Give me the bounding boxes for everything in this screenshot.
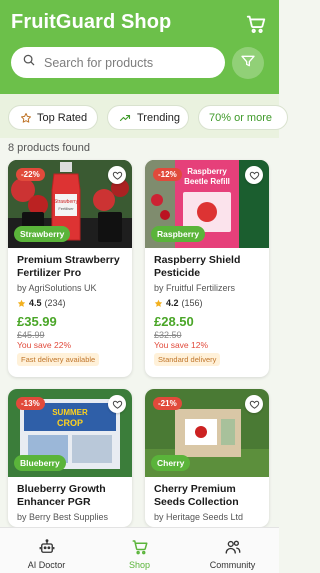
product-name: Premium Strawberry Fertilizer Pro <box>17 254 120 279</box>
product-old-price: £45.99 <box>17 330 45 340</box>
chip-discount[interactable]: 70% or more <box>198 105 288 130</box>
delivery-badge: Fast delivery available <box>17 353 100 366</box>
product-name: Raspberry Shield Pesticide <box>154 254 241 279</box>
product-price: £35.99 <box>17 314 57 329</box>
product-rating: 4.2 (156) <box>154 298 203 308</box>
product-brand: by AgriSolutions UK <box>17 283 97 293</box>
star-icon <box>154 299 163 307</box>
nav-community[interactable]: Community <box>186 528 279 573</box>
favorite-button[interactable] <box>108 395 126 413</box>
results-count: 8 products found <box>8 142 90 154</box>
search-icon <box>22 53 36 72</box>
product-name: Blueberry Growth Enhancer PGR <box>17 483 106 508</box>
cart-icon <box>132 540 147 555</box>
heart-icon <box>112 400 122 409</box>
product-rating: 4.5 (234) <box>17 298 66 308</box>
search-bar[interactable] <box>11 47 225 78</box>
product-card[interactable]: SUMMER CROP -13% Blueberry Blueberry Gro… <box>8 389 132 527</box>
product-card[interactable]: Strawberry Fertiliser -22% Strawberry Pr… <box>8 160 132 377</box>
product-name: Cherry Premium Seeds Collection <box>154 483 239 508</box>
svg-text:Fertiliser: Fertiliser <box>58 206 74 211</box>
discount-badge: -21% <box>153 397 182 410</box>
product-brand: by Berry Best Supplies <box>17 512 109 522</box>
heart-icon <box>249 171 259 180</box>
heart-icon <box>112 171 122 180</box>
star-outline-icon <box>21 112 31 123</box>
image-label-line2: CROP <box>57 418 83 428</box>
filter-icon <box>240 53 256 74</box>
product-brand: by Fruitful Fertilizers <box>154 283 236 293</box>
product-card[interactable]: -21% Cherry Cherry Premium Seeds Collect… <box>145 389 269 527</box>
category-tag: Raspberry <box>151 226 206 242</box>
cart-icon[interactable] <box>245 13 267 35</box>
chip-top-rated[interactable]: Top Rated <box>8 105 98 130</box>
star-icon <box>17 299 26 307</box>
people-icon <box>225 540 240 554</box>
image-label-line1: Raspberry <box>187 167 227 176</box>
discount-badge: -22% <box>16 168 45 181</box>
image-label-line1: SUMMER <box>52 408 88 417</box>
favorite-button[interactable] <box>245 395 263 413</box>
svg-text:Strawberry: Strawberry <box>54 199 79 205</box>
app-title: FruitGuard Shop <box>11 11 172 33</box>
bottom-nav: AI Doctor Shop Community <box>0 527 279 573</box>
category-tag: Cherry <box>151 455 191 471</box>
robot-icon <box>39 539 54 553</box>
category-tag: Strawberry <box>14 226 71 242</box>
product-old-price: £32.50 <box>154 330 182 340</box>
favorite-button[interactable] <box>108 166 126 184</box>
app-header: FruitGuard Shop <box>0 0 279 94</box>
heart-icon <box>249 400 259 409</box>
nav-ai-doctor[interactable]: AI Doctor <box>0 528 93 573</box>
trending-up-icon <box>119 114 131 121</box>
chip-trending[interactable]: Trending <box>107 105 189 130</box>
product-savings: You save 22% <box>17 340 72 350</box>
search-input[interactable] <box>44 55 214 70</box>
delivery-badge: Standard delivery <box>154 353 221 366</box>
discount-badge: -12% <box>153 168 182 181</box>
discount-badge: -13% <box>16 397 45 410</box>
product-price: £28.50 <box>154 314 194 329</box>
category-tag: Blueberry <box>14 455 66 471</box>
product-brand: by Heritage Seeds Ltd <box>154 512 244 522</box>
nav-shop[interactable]: Shop <box>93 528 186 573</box>
product-savings: You save 12% <box>154 340 209 350</box>
filter-button[interactable] <box>232 47 264 79</box>
image-label-line2: Beetle Refill <box>184 177 230 186</box>
product-card[interactable]: Raspberry Beetle Refill -12% Raspberry R… <box>145 160 269 377</box>
favorite-button[interactable] <box>245 166 263 184</box>
